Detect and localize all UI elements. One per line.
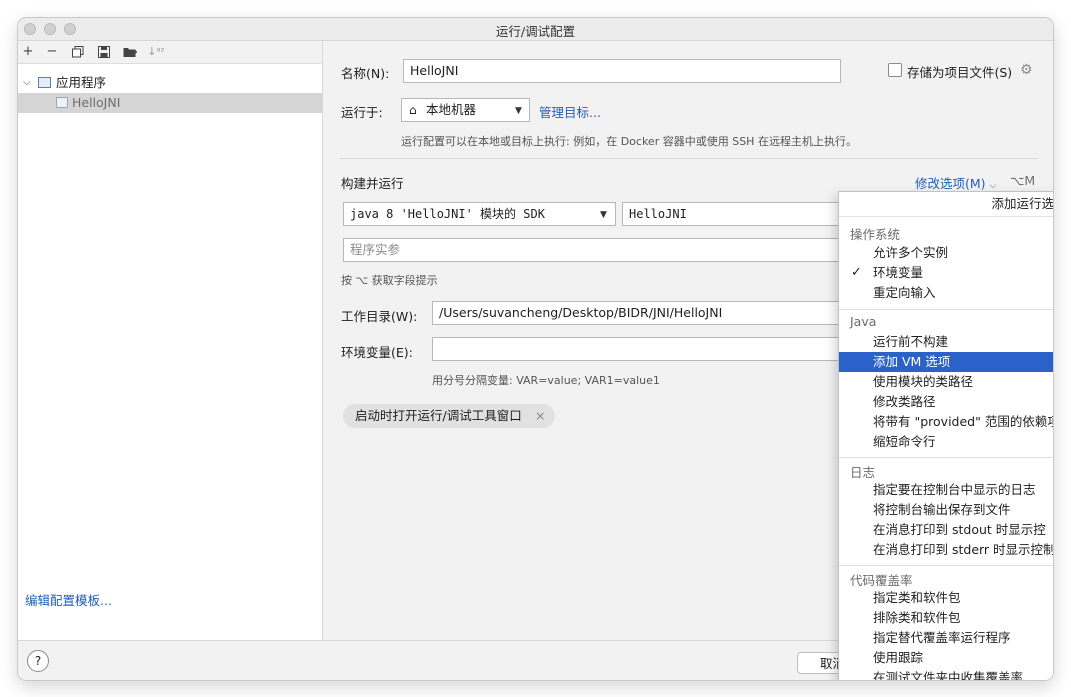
chevron-down-icon[interactable]: ⌵ <box>23 73 31 93</box>
application-icon <box>56 97 68 108</box>
tree-toolbar: + − ↓ᵃᶻ <box>18 41 322 64</box>
run-debug-config-window: 运行/调试配置 + − ↓ᵃᶻ ⌵ 应用程序 HelloJNI 编辑配置模板..… <box>18 18 1053 680</box>
menu-item-console-logs[interactable]: 指定要在控制台中显示的日志 <box>839 480 1053 500</box>
env-input[interactable] <box>432 337 862 361</box>
chevron-down-icon: ⌵ <box>989 181 997 191</box>
menu-item-collect-in-tests[interactable]: 在测试文件夹中收集覆盖率 <box>839 668 1053 680</box>
menu-item-allow-multiple[interactable]: 允许多个实例 <box>839 243 1053 263</box>
menu-item-env-vars[interactable]: ✓ 环境变量 <box>839 263 1053 283</box>
title-bar: 运行/调试配置 <box>18 18 1053 41</box>
store-as-project-file-label: 存储为项目文件(S) <box>907 65 1013 80</box>
menu-item-add-vm-options[interactable]: 添加 VM 选项 <box>839 352 1053 372</box>
menu-item-env-vars-label: 环境变量 <box>873 265 924 280</box>
popup-divider <box>839 309 1053 310</box>
popup-divider <box>839 457 1053 458</box>
menu-item-modify-classpath[interactable]: 修改类路径 <box>839 392 1053 412</box>
dropdown-arrow-icon: ▼ <box>600 210 607 220</box>
edit-templates-link[interactable]: 编辑配置模板... <box>25 590 112 609</box>
group-java: Java <box>850 314 877 329</box>
run-on-select[interactable]: 本地机器 ⌂ ▼ <box>401 98 530 122</box>
sdk-select[interactable]: java 8 'HelloJNI' 模块的 SDK ▼ <box>343 202 616 226</box>
group-os: 操作系统 <box>850 227 901 242</box>
manage-targets-link[interactable]: 管理目标... <box>539 102 601 121</box>
tree-item-hellojni[interactable]: HelloJNI <box>18 93 322 113</box>
modify-options-shortcut: ⌥M <box>1010 173 1036 188</box>
config-tree-panel: + − ↓ᵃᶻ ⌵ 应用程序 HelloJNI <box>18 41 323 640</box>
section-divider <box>340 158 1038 159</box>
window-title: 运行/调试配置 <box>495 24 576 39</box>
menu-item-redirect-input[interactable]: 重定向输入 <box>839 283 1053 303</box>
checkmark-icon: ✓ <box>851 265 862 280</box>
run-on-value: 本地机器 <box>426 102 477 117</box>
main-class-input[interactable]: HelloJNI <box>622 202 862 226</box>
run-on-label: 运行于: <box>341 105 383 120</box>
menu-item-save-console[interactable]: 将控制台输出保存到文件 <box>839 500 1053 520</box>
menu-item-show-stdout[interactable]: 在消息打印到 stdout 时显示控 <box>839 520 1053 540</box>
menu-item-exclude-packages[interactable]: 排除类和软件包 <box>839 608 1053 628</box>
menu-item-show-stderr[interactable]: 在消息打印到 stderr 时显示控制 <box>839 540 1053 560</box>
application-icon <box>38 77 51 88</box>
group-coverage: 代码覆盖率 <box>850 573 913 588</box>
popup-divider <box>839 565 1053 566</box>
tree-item-label: HelloJNI <box>72 95 121 110</box>
menu-item-specify-packages[interactable]: 指定类和软件包 <box>839 588 1053 608</box>
name-input[interactable]: HelloJNI <box>403 59 841 83</box>
env-label: 环境变量(E): <box>341 345 413 360</box>
chip-label: 启动时打开运行/调试工具窗口 <box>355 408 522 423</box>
remove-config-button[interactable]: − <box>42 42 62 62</box>
modify-options-label: 修改选项(M) <box>915 176 986 191</box>
menu-item-no-build[interactable]: 运行前不构建 <box>839 332 1053 352</box>
tree-group-application[interactable]: ⌵ 应用程序 <box>18 73 322 93</box>
save-config-button[interactable] <box>94 42 114 62</box>
sdk-value: java 8 'HelloJNI' 模块的 SDK <box>350 207 545 221</box>
group-logs: 日志 <box>850 465 876 480</box>
store-as-project-file-checkbox[interactable] <box>888 63 902 77</box>
popup-title: 添加运行选 <box>839 192 1053 217</box>
menu-item-use-tracing[interactable]: 使用跟踪 <box>839 648 1053 668</box>
build-run-label: 构建并运行 <box>341 176 404 191</box>
env-hint: 用分号分隔变量: VAR=value; VAR1=value1 <box>432 374 660 387</box>
sort-button[interactable]: ↓ᵃᶻ <box>146 42 166 62</box>
move-to-folder-button[interactable] <box>120 42 140 62</box>
field-hint: 按 ⌥ 获取字段提示 <box>341 274 438 287</box>
name-label: 名称(N): <box>341 66 390 81</box>
close-icon[interactable]: × <box>535 404 545 428</box>
workdir-label: 工作目录(W): <box>341 309 418 324</box>
home-icon: ⌂ <box>409 103 417 117</box>
program-args-input[interactable]: 程序实参 <box>343 238 862 262</box>
modify-options-link[interactable]: 修改选项(M) ⌵ <box>915 173 996 192</box>
save-icon <box>98 46 110 58</box>
dropdown-arrow-icon: ▼ <box>515 106 522 116</box>
open-tool-window-chip[interactable]: 启动时打开运行/调试工具窗口 × <box>343 404 555 428</box>
copy-icon <box>72 46 84 58</box>
add-run-options-popup: 添加运行选 操作系统 允许多个实例 ✓ 环境变量 重定向输入 Java 运行前不… <box>838 191 1053 680</box>
copy-config-button[interactable] <box>68 42 88 62</box>
menu-item-provided-scope[interactable]: 将带有 "provided" 范围的依赖项 <box>839 412 1053 432</box>
add-config-button[interactable]: + <box>18 42 38 62</box>
workdir-input[interactable]: /Users/suvancheng/Desktop/BIDR/JNI/Hello… <box>432 301 862 325</box>
help-button[interactable]: ? <box>27 650 49 672</box>
menu-item-module-classpath[interactable]: 使用模块的类路径 <box>839 372 1053 392</box>
gear-icon[interactable]: ⚙ <box>1020 62 1033 78</box>
menu-item-alt-coverage-runner[interactable]: 指定替代覆盖率运行程序 <box>839 628 1053 648</box>
tree-group-label: 应用程序 <box>56 75 107 90</box>
menu-item-shorten-cmdline[interactable]: 缩短命令行 <box>839 432 1053 452</box>
run-on-hint: 运行配置可以在本地或目标上执行: 例如，在 Docker 容器中或使用 SSH … <box>401 135 857 148</box>
folder-icon <box>123 48 137 57</box>
